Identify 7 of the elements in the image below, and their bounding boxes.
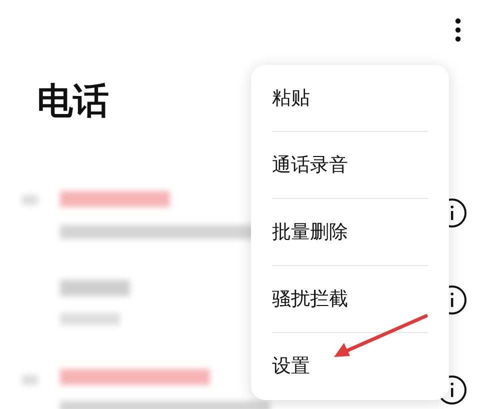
menu-item[interactable]: 骚扰拦截 [272, 266, 428, 333]
menu-item[interactable]: 设置 [272, 333, 428, 400]
page-title: 电话 [37, 80, 109, 124]
more-icon[interactable] [454, 18, 462, 42]
menu-item[interactable]: 粘贴 [272, 65, 428, 132]
menu-item[interactable]: 批量删除 [272, 199, 428, 266]
menu-item[interactable]: 通话录音 [272, 132, 428, 199]
